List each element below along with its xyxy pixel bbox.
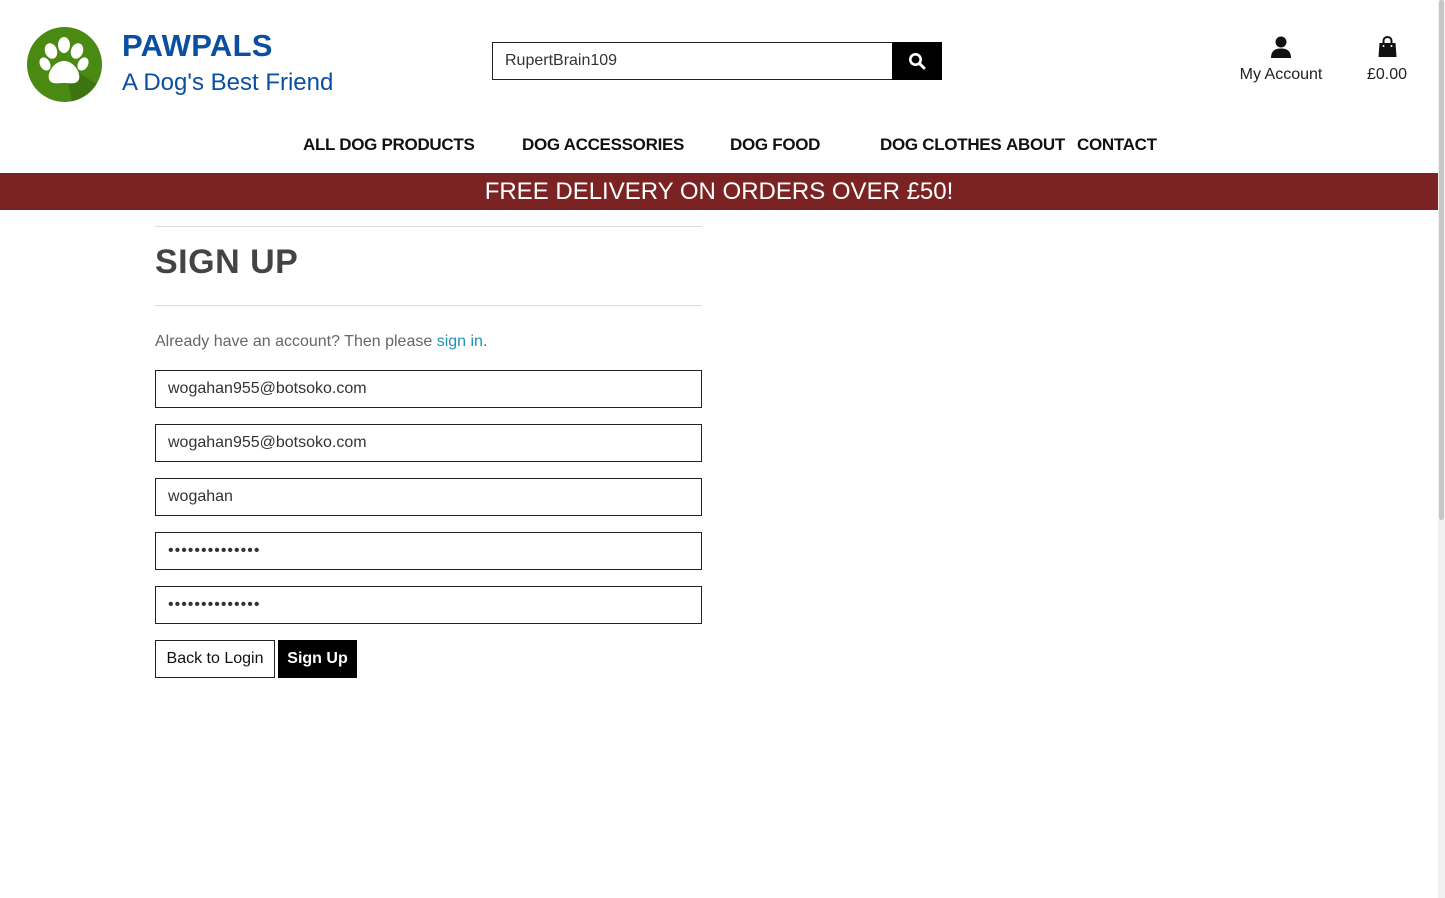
nav-dog-clothes[interactable]: DOG CLOTHES [880,135,1002,155]
back-to-login-button[interactable]: Back to Login [155,640,275,678]
page-scrollbar[interactable] [1438,0,1445,898]
sign-in-link[interactable]: sign in [437,333,483,350]
cart-total: £0.00 [1366,66,1408,83]
search-icon [909,53,926,70]
email-field[interactable] [155,370,702,408]
search-input[interactable] [492,42,893,80]
scrollbar-thumb[interactable] [1439,0,1444,520]
password-field[interactable] [155,532,702,570]
nav-contact[interactable]: CONTACT [1077,135,1157,155]
brand-name[interactable]: PAWPALS [122,28,273,64]
sentence-period: . [482,333,488,350]
brand-tagline: A Dog's Best Friend [122,69,334,96]
sign-up-button[interactable]: Sign Up [278,640,357,678]
already-account-label: Already have an account? Then please [155,333,437,350]
nav-about[interactable]: ABOUT [1006,135,1065,155]
already-account-text: Already have an account? Then please sig… [155,333,487,351]
my-account-label: My Account [1239,66,1323,83]
shopping-bag-icon [1378,35,1396,57]
nav-all-dog-products[interactable]: ALL DOG PRODUCTS [303,135,475,155]
divider-bottom [155,305,702,306]
divider-top [155,226,702,227]
brand-logo[interactable] [27,27,102,102]
search-button[interactable] [892,42,942,80]
cart-link[interactable]: £0.00 [1357,35,1417,84]
nav-dog-accessories[interactable]: DOG ACCESSORIES [522,135,684,155]
user-icon [1271,36,1291,58]
page-title: SIGN UP [155,243,299,281]
my-account-link[interactable]: My Account [1232,36,1330,84]
username-field[interactable] [155,478,702,516]
nav-dog-food[interactable]: DOG FOOD [730,135,820,155]
email-confirm-field[interactable] [155,424,702,462]
password-confirm-field[interactable] [155,586,702,624]
free-delivery-banner: FREE DELIVERY ON ORDERS OVER £50! [0,173,1438,210]
paw-icon [39,37,102,102]
